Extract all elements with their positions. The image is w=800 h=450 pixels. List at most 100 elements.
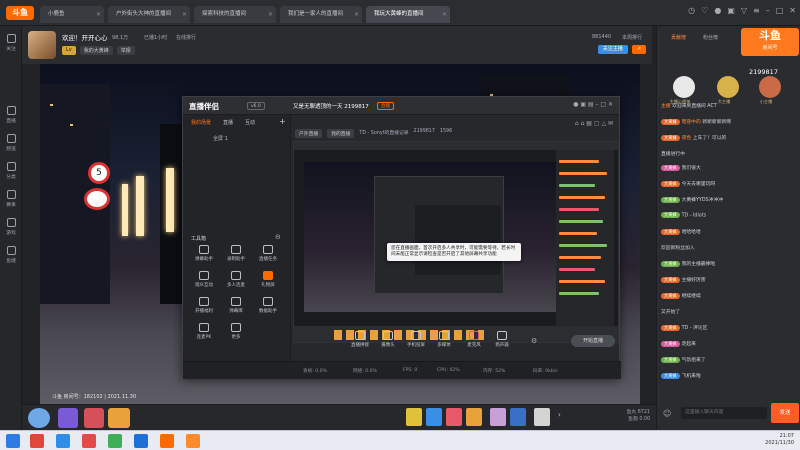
more-gifts-icon[interactable]: › <box>558 411 561 419</box>
fortune-icon[interactable] <box>108 408 130 428</box>
close-icon[interactable]: ✕ <box>96 6 101 23</box>
menu-icon[interactable]: ≡ <box>753 6 760 20</box>
speed-sign <box>84 188 110 210</box>
chrome-icon[interactable] <box>30 434 44 448</box>
settings-icon[interactable]: ⚙ <box>531 337 537 345</box>
nav-event[interactable]: 赛事 <box>0 190 22 208</box>
anchor-avatar[interactable] <box>28 31 56 59</box>
app-icon[interactable] <box>56 434 70 448</box>
preview-canvas[interactable] <box>293 141 619 343</box>
category-tag[interactable]: 户外直播 <box>295 129 323 138</box>
nav-game[interactable]: 游戏 <box>0 218 22 236</box>
tool-welfare[interactable]: 开播福利 <box>189 297 219 314</box>
my-live-tag[interactable]: 我的直播 <box>327 129 355 138</box>
emoji-icon[interactable]: ☺ <box>663 409 671 418</box>
broadcaster-window: 直播伴侣 v6.0 又是无聊透顶的一天 2199817 直播 ● ▣ ▤ – □… <box>182 96 621 379</box>
nav-category[interactable]: 分类 <box>0 162 22 180</box>
gift-item[interactable] <box>466 408 482 426</box>
broadcaster-tool-icons[interactable]: ⌂ ⌂ ▤ ▢ △ ✉ <box>575 120 613 127</box>
nav-channel[interactable]: 频道 <box>0 134 22 152</box>
fish-ball-icon[interactable] <box>28 408 50 428</box>
report-link[interactable]: 举报 <box>116 46 135 55</box>
close-window-icon[interactable]: ✕ <box>789 6 796 20</box>
tool-record[interactable]: 录制助手 <box>221 245 251 262</box>
camera-button[interactable]: 摄像头 <box>375 331 401 348</box>
tool-danmaku-lib[interactable]: 弹幕库 <box>221 297 251 314</box>
gift-item[interactable] <box>534 408 550 426</box>
windows-start-icon[interactable] <box>6 434 20 448</box>
tool-more[interactable]: 更多 <box>221 323 251 340</box>
close-icon[interactable]: ✕ <box>442 6 447 23</box>
user-avatar-icon[interactable]: ● <box>714 6 721 20</box>
rank-avatar-3[interactable] <box>759 76 781 98</box>
heart-icon[interactable]: ♡ <box>701 6 708 20</box>
app-icon[interactable] <box>82 434 96 448</box>
media-button[interactable]: 多媒体 <box>431 331 457 348</box>
tab-4[interactable]: 我们是一家人的直播间 ✕ <box>280 6 362 23</box>
player-icon[interactable] <box>108 434 122 448</box>
maximize-icon[interactable]: □ <box>776 6 784 20</box>
minimize-icon[interactable]: – <box>766 6 770 20</box>
close-icon[interactable]: ✕ <box>354 6 359 23</box>
gift-item[interactable] <box>510 408 526 426</box>
nav-live[interactable]: 直播 <box>0 106 22 124</box>
scene-splice-button[interactable]: 直播拼接 <box>347 331 373 348</box>
fan-badge[interactable]: Lv <box>62 46 76 55</box>
send-button[interactable]: 发送 <box>771 403 799 423</box>
gift-item[interactable] <box>406 408 422 426</box>
nav-pond[interactable]: 鱼塘 <box>0 246 22 264</box>
rank-avatar-2[interactable] <box>717 76 739 98</box>
chat-message: 大黄蜂 继续继续 <box>661 292 795 299</box>
tab-3[interactable]: 探索科技的直播间 ✕ <box>194 6 276 23</box>
microphone-button[interactable]: 麦克风 <box>461 331 487 348</box>
clock-icon[interactable]: ◷ <box>688 6 695 20</box>
scene-item[interactable]: 全屏 1 <box>213 135 228 142</box>
share-button[interactable]: ↗ <box>631 45 646 54</box>
task-icon[interactable] <box>58 408 78 428</box>
tab-interact[interactable]: 互动 <box>245 119 255 126</box>
nav-follow[interactable]: 关注 <box>0 34 22 52</box>
tab-fans[interactable]: 粉丝榜 <box>703 34 718 41</box>
speaker-button[interactable]: 扬声器 <box>489 331 515 348</box>
weekly-rank[interactable]: 本周排行 <box>622 34 642 41</box>
tab-1[interactable]: 小鹿鱼 ✕ <box>40 6 104 23</box>
gift-item[interactable] <box>426 408 442 426</box>
close-icon[interactable]: ✕ <box>182 6 187 23</box>
broadcaster-app-icon[interactable] <box>186 434 200 448</box>
douyu-logo[interactable]: 斗鱼 <box>6 6 34 20</box>
close-icon[interactable]: ✕ <box>268 6 273 23</box>
system-tray[interactable]: 21:07 2021/11/30 <box>765 433 794 447</box>
nested-preview <box>415 205 501 275</box>
chat-input[interactable]: 这里输入聊天内容 <box>681 407 767 419</box>
follow-button[interactable]: 关注主播 <box>597 45 628 54</box>
window-controls: ◷ ♡ ● ▣ ▽ ≡ – □ ✕ <box>688 6 796 20</box>
phone-cast-button[interactable]: 手机投屏 <box>403 331 429 348</box>
edge-icon[interactable] <box>134 434 148 448</box>
tool-data[interactable]: 数据助手 <box>253 297 283 314</box>
tool-multi-link[interactable]: 多人连麦 <box>221 271 251 288</box>
tool-task[interactable]: 直播任务 <box>253 245 283 262</box>
broadcaster-window-controls[interactable]: ● ▣ ▤ – □ ✕ <box>573 101 613 108</box>
tool-gift-screen[interactable]: 礼物屏 <box>253 271 283 288</box>
tab-contribution[interactable]: 贡献榜 <box>671 34 686 41</box>
add-scene-icon[interactable]: + <box>279 117 286 126</box>
tab-my-scenes[interactable]: 我的场景 <box>191 119 211 126</box>
tab-5-active[interactable]: 我玩大黄蜂的直播间 ✕ <box>366 6 450 23</box>
shirt-icon[interactable]: ▽ <box>741 6 747 20</box>
box-icon[interactable] <box>84 408 104 428</box>
tab-live[interactable]: 直播 <box>223 119 233 126</box>
start-live-button[interactable]: 开始直播 <box>571 335 615 347</box>
gift-item[interactable] <box>446 408 462 426</box>
status-fps: FPS: 0 <box>403 368 418 373</box>
tool-pk[interactable]: 连麦PK <box>189 323 219 340</box>
anchor-tag[interactable]: 我的大黄蜂 <box>79 46 113 55</box>
gift-icon[interactable]: ▣ <box>727 6 735 20</box>
rank-avatar-1[interactable] <box>673 76 695 98</box>
gift-item[interactable] <box>490 408 506 426</box>
rank-link[interactable]: 在线排行 <box>176 34 196 41</box>
collapse-icon[interactable]: ⊖ <box>275 233 281 241</box>
tab-2[interactable]: 户外街头大神的直播间 ✕ <box>108 6 190 23</box>
douyu-app-icon[interactable] <box>160 434 174 448</box>
tool-audience[interactable]: 观众互动 <box>189 271 219 288</box>
tool-danmaku[interactable]: 弹幕助手 <box>189 245 219 262</box>
